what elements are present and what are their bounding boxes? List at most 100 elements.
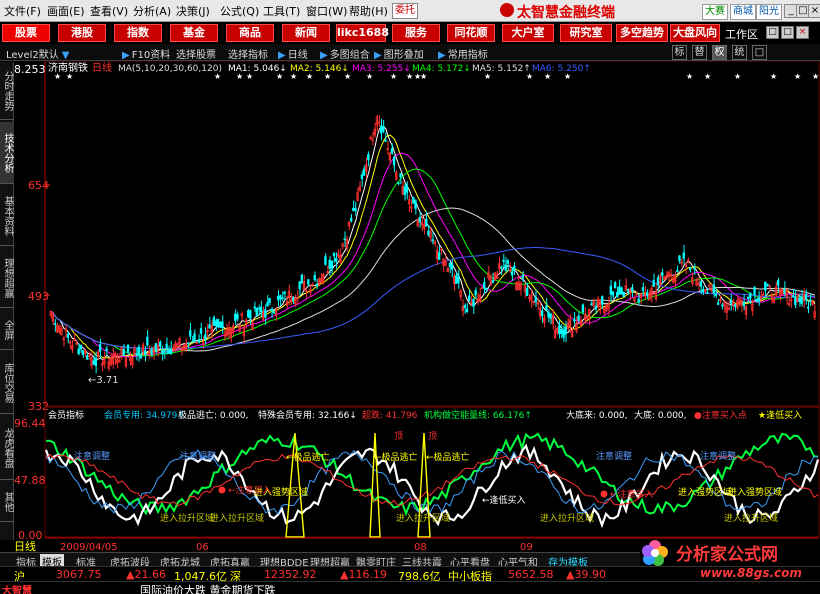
candle-body: [77, 348, 80, 355]
close-icon[interactable]: ×: [808, 4, 820, 18]
tab-dragon[interactable]: 龙虎看盘: [0, 416, 14, 480]
candle-body: [616, 291, 619, 298]
restore-icon[interactable]: □: [766, 26, 779, 39]
app-label[interactable]: 大智慧: [2, 582, 32, 594]
candle-body: [399, 173, 402, 178]
menu-help[interactable]: 帮助(H): [349, 3, 388, 19]
menu-file[interactable]: 文件(F): [4, 3, 41, 19]
candle-body: [137, 346, 140, 355]
candle-body: [502, 259, 505, 263]
skin-contest-button[interactable]: 大赛: [702, 4, 728, 20]
menu-view-screen[interactable]: 画面(E): [47, 3, 85, 19]
select-indicator-button[interactable]: 选择指标: [228, 46, 268, 61]
indicator-legend-item: 特殊会员专用: 32.166↓: [258, 409, 357, 421]
multi-chart-button[interactable]: ▶ 多图组合: [320, 46, 370, 61]
candle-body: [693, 267, 696, 270]
tab-replace[interactable]: 替: [692, 45, 707, 60]
close-panel-icon[interactable]: ×: [796, 26, 809, 39]
candle-body: [676, 270, 679, 272]
toolbar-stocks-button[interactable]: 股票: [2, 24, 50, 42]
tab-mark[interactable]: 标: [672, 45, 687, 60]
menu-window[interactable]: 窗口(W): [306, 3, 347, 19]
tab-ideal[interactable]: 理想超赢: [0, 248, 14, 308]
tab-fundamentals[interactable]: 基本资料: [0, 186, 14, 246]
indicator-legend-item: 极品逃亡: 0.000,: [178, 409, 249, 421]
toolbar-user-button[interactable]: likc1688: [336, 24, 389, 42]
toolbar-news-button[interactable]: 新闻: [282, 24, 330, 42]
candle-body: [749, 292, 752, 299]
tab-stats[interactable]: 统: [732, 45, 747, 60]
candle-body: [764, 281, 767, 291]
indicator-annotation: 进入强势区域: [728, 486, 782, 498]
tab-intraday[interactable]: 分时走势: [0, 62, 14, 120]
candle-body: [315, 283, 319, 286]
candle-body: [193, 333, 196, 341]
signal-star: ★: [734, 72, 741, 81]
menu-analysis[interactable]: 分析(A): [133, 3, 171, 19]
ma-line: [50, 134, 816, 359]
toolbar-service-button[interactable]: 服务: [392, 24, 440, 42]
menu-tools[interactable]: 工具(T): [263, 3, 300, 19]
candle-body: [437, 252, 441, 260]
toolbar-commodity-button[interactable]: 商品: [226, 24, 274, 42]
order-button[interactable]: 委托: [392, 3, 418, 19]
skin-mall-button[interactable]: 商城: [730, 4, 756, 20]
candle-body: [126, 344, 130, 354]
candle-body: [506, 260, 509, 264]
candle-body: [689, 267, 692, 271]
candle-body: [706, 292, 709, 295]
workarea-label[interactable]: 工作区: [725, 26, 758, 42]
skin-sun-button[interactable]: 阳光: [756, 4, 782, 20]
tab-trade[interactable]: 库位交易: [0, 352, 14, 414]
candle-body: [270, 309, 273, 312]
stock-chart[interactable]: 8.253 654 493 332 济南钢铁 日线 MA(5,10,20,30,…: [14, 61, 820, 552]
toolbar-research-button[interactable]: 研究室: [560, 24, 612, 42]
toolbar-index-button[interactable]: 指数: [114, 24, 162, 42]
toolbar-fund-button[interactable]: 基金: [170, 24, 218, 42]
candle-body: [425, 218, 428, 227]
tab-box[interactable]: □: [752, 45, 767, 60]
tab-technical[interactable]: 技术分析: [0, 122, 14, 184]
tab-rights[interactable]: 权: [712, 45, 727, 60]
time-label-start: 2009/04/05: [60, 542, 118, 552]
candle-body: [491, 280, 494, 283]
toolbar-ths-button[interactable]: 同花顺: [447, 24, 495, 42]
tab-fullscreen[interactable]: 全屏: [0, 310, 14, 350]
candle-body: [641, 287, 645, 291]
toolbar-hk-button[interactable]: 港股: [58, 24, 106, 42]
toolbar-market-wind-button[interactable]: 大盘风向: [670, 24, 720, 42]
candle-body: [620, 287, 623, 294]
level2-default-select[interactable]: Level2默认 ▼: [6, 46, 71, 61]
candle-body: [626, 289, 630, 292]
tab-other[interactable]: 其他: [0, 482, 14, 522]
bottom-indicator-tabs: 指标 模板 标准 虎拓波段 虎拓龙城 虎拓真赢 理想BDDE 理想超赢 飘零盯庄…: [0, 552, 640, 569]
common-indicators-button[interactable]: ▶ 常用指标: [438, 46, 488, 61]
candle-body: [277, 296, 280, 301]
candle-body: [809, 299, 812, 302]
candle-body: [611, 291, 615, 296]
time-label-08: 08: [414, 542, 427, 552]
overlay-button[interactable]: ▶ 图形叠加: [374, 46, 424, 61]
flower-logo-icon: [642, 540, 668, 566]
tile-icon[interactable]: □: [781, 26, 794, 39]
select-stock-button[interactable]: 选择股票: [176, 46, 216, 61]
signal-star: ★: [306, 72, 313, 81]
indicator-legend-item: 机构做空能量线: 66.176↑: [424, 409, 532, 421]
menu-formula[interactable]: 公式(Q): [220, 3, 259, 19]
menu-decision[interactable]: 决策(J): [176, 3, 210, 19]
signal-star: ★: [236, 72, 243, 81]
candle-body: [577, 315, 580, 321]
candle-body: [362, 168, 366, 176]
candle-body: [753, 287, 756, 295]
menu-view[interactable]: 查看(V): [90, 3, 128, 19]
news-text[interactable]: 国际油价大跌 黄金期货下跌: [140, 582, 276, 594]
period-select[interactable]: ▶ 日线: [278, 46, 308, 61]
candle-body: [403, 186, 406, 196]
candle-body: [646, 292, 649, 297]
toolbar-trend-button[interactable]: 多空趋势: [616, 24, 668, 42]
sh-change: ▲21.66: [126, 568, 166, 581]
toolbar-vip-room-button[interactable]: 大户室: [502, 24, 554, 42]
candle-body: [804, 293, 808, 301]
candle-body: [191, 340, 194, 343]
f10-button[interactable]: ▶ F10资料: [122, 46, 170, 61]
